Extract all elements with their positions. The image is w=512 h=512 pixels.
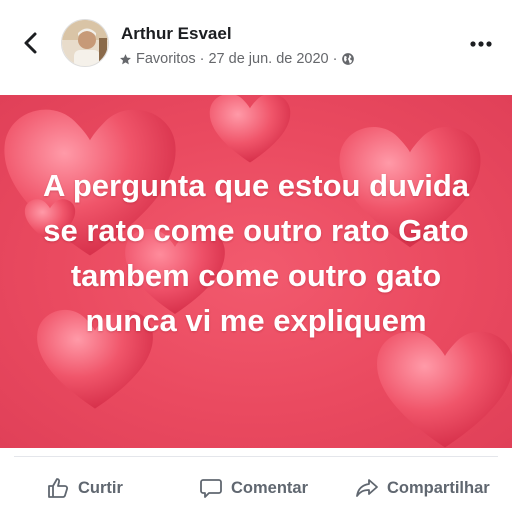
heart-decoration-2 <box>209 95 291 163</box>
avatar[interactable] <box>61 19 109 67</box>
chevron-left-icon[interactable] <box>18 30 44 56</box>
post-text: A pergunta que estou duvida se rato come… <box>43 168 469 338</box>
audience-label: Favoritos <box>136 51 196 67</box>
thumbs-up-icon <box>48 478 69 498</box>
share-label: Compartilhar <box>387 478 490 497</box>
post-date[interactable]: 27 de jun. de 2020 <box>208 51 328 67</box>
meta-separator-2: · <box>332 51 338 67</box>
like-button[interactable]: Curtir <box>46 466 123 510</box>
share-button[interactable]: Compartilhar <box>355 466 490 510</box>
comment-button[interactable]: Comentar <box>199 466 308 510</box>
post-meta: Favoritos · 27 de jun. de 2020 · <box>119 51 355 67</box>
globe-icon <box>342 53 355 65</box>
more-dots-icon[interactable] <box>470 40 492 48</box>
post-actions-bar: Curtir Comentar Compartilhar <box>0 466 512 510</box>
share-arrow-icon <box>356 479 378 497</box>
star-icon <box>120 53 131 64</box>
divider <box>14 456 498 457</box>
comment-label: Comentar <box>231 478 309 497</box>
comment-bubble-icon <box>200 479 222 498</box>
like-label: Curtir <box>78 478 123 497</box>
post-header: Arthur Esvael Favoritos · 27 de jun. de … <box>0 0 512 95</box>
author-name[interactable]: Arthur Esvael <box>121 24 232 44</box>
post-background[interactable]: A pergunta que estou duvida se rato come… <box>0 95 512 448</box>
meta-separator: · <box>199 51 205 67</box>
